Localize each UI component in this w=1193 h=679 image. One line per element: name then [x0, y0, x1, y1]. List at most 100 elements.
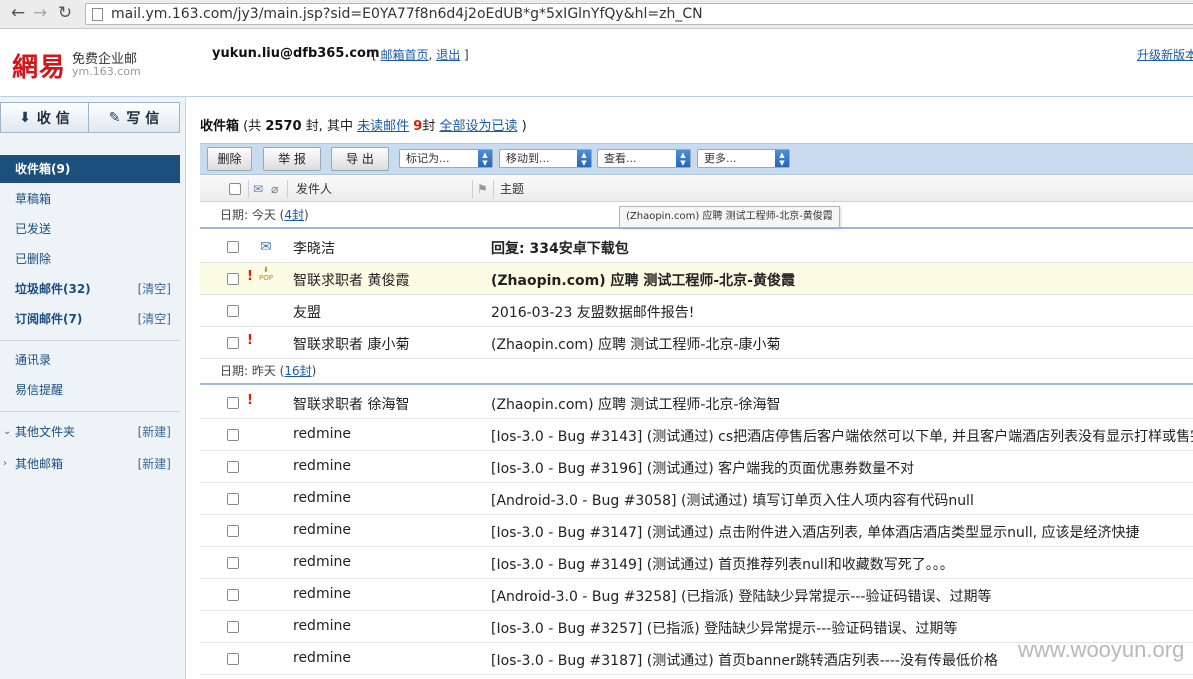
sender-column-header[interactable]: 发件人: [296, 176, 332, 202]
table-row[interactable]: ! 智联求职者 徐海智 (Zhaopin.com) 应聘 测试工程师-北京-徐海…: [200, 387, 1193, 419]
clear-subscriptions-link[interactable]: [清空]: [138, 305, 171, 333]
row-checkbox[interactable]: [227, 273, 239, 285]
table-row[interactable]: ! 智联求职者 康小菊 (Zhaopin.com) 应聘 测试工程师-北京-康小…: [200, 327, 1193, 359]
back-icon[interactable]: ←: [8, 3, 28, 23]
sidebar-item-inbox[interactable]: 收件箱(9): [0, 155, 180, 183]
row-checkbox[interactable]: [227, 241, 239, 253]
mail-sender: redmine: [293, 522, 351, 538]
address-bar[interactable]: mail.ym.163.com/jy3/main.jsp?sid=E0YA77f…: [85, 3, 1193, 25]
folder-label: 其他文件夹: [15, 425, 76, 439]
table-row[interactable]: 友盟 2016-03-23 友盟数据邮件报告!: [200, 295, 1193, 327]
important-flag-icon: !: [247, 333, 253, 348]
table-row[interactable]: redmine [Ios-3.0 - Bug #3149] (测试通过) 首页推…: [200, 547, 1193, 579]
mail-header: 網易 免费企业邮 ym.163.com yukun.liu@dfb365.com…: [0, 30, 1193, 97]
row-checkbox[interactable]: [227, 621, 239, 633]
unread-envelope-icon: ✉: [260, 239, 272, 255]
mail-sender: redmine: [293, 586, 351, 602]
date-group-count-link[interactable]: 16封: [284, 364, 311, 378]
select-all-checkbox[interactable]: [229, 183, 241, 195]
sidebar-item-contacts[interactable]: 通讯录: [0, 346, 180, 374]
pop-label: POP: [259, 274, 273, 282]
sidebar-item-sent[interactable]: 已发送: [0, 215, 180, 243]
sidebar-item-yixin-reminder[interactable]: 易信提醒: [0, 376, 180, 404]
folder-label: 订阅邮件(7): [15, 312, 83, 326]
date-group-count-link[interactable]: 4封: [284, 208, 304, 222]
view-dropdown[interactable]: 查看... ▲ ▼: [597, 149, 691, 168]
table-row[interactable]: redmine [Android-3.0 - Bug #3258] (已指派) …: [200, 579, 1193, 611]
watermark: www.wooyun.org: [1018, 637, 1185, 662]
sidebar-item-other-mailboxes[interactable]: › 其他邮箱 [新建]: [0, 450, 180, 478]
summary-end: ): [517, 119, 527, 134]
table-row[interactable]: redmine [Ios-3.0 - Bug #3147] (测试通过) 点击附…: [200, 515, 1193, 547]
sidebar-item-spam[interactable]: 垃圾邮件(32) [清空]: [0, 275, 180, 303]
dropdown-arrows-icon: ▲ ▼: [577, 150, 591, 167]
view-value: 查看...: [604, 152, 637, 165]
sidebar-item-subscriptions[interactable]: 订阅邮件(7) [清空]: [0, 305, 180, 333]
mark-as-dropdown[interactable]: 标记为... ▲ ▼: [399, 149, 493, 168]
row-checkbox[interactable]: [227, 429, 239, 441]
more-dropdown[interactable]: 更多... ▲ ▼: [697, 149, 790, 168]
sidebar-item-deleted[interactable]: 已删除: [0, 245, 180, 273]
status-column-icon[interactable]: ✉: [253, 176, 263, 202]
folder-label: 已发送: [15, 222, 52, 236]
table-row[interactable]: redmine [Android-3.0 - Bug #3058] (测试通过)…: [200, 483, 1193, 515]
date-group-suffix: ): [311, 364, 317, 378]
mailbox-home-link[interactable]: 邮箱首页: [381, 48, 429, 62]
row-checkbox[interactable]: [227, 397, 239, 409]
logout-link[interactable]: 退出: [436, 48, 460, 62]
subject-column-header[interactable]: 主题: [500, 176, 524, 202]
forward-icon[interactable]: →: [30, 3, 50, 23]
table-row[interactable]: ! ⬇ POP 智联求职者 黄俊霞 (Zhaopin.com) 应聘 测试工程师-…: [200, 263, 1193, 295]
total-count: 2570: [265, 119, 302, 134]
report-button[interactable]: 举 报: [263, 147, 321, 171]
sidebar-item-other-folders[interactable]: ⌄ 其他文件夹 [新建]: [0, 418, 180, 446]
dropdown-arrows-icon: ▲ ▼: [775, 150, 789, 167]
unread-mail-link[interactable]: 未读邮件: [357, 119, 409, 134]
table-row[interactable]: redmine [Ios-3.0 - Bug #3143] (测试通过) cs把…: [200, 419, 1193, 451]
date-group-prefix: 日期: 昨天 (: [220, 364, 285, 378]
row-checkbox[interactable]: [227, 525, 239, 537]
new-mailbox-link[interactable]: [新建]: [138, 450, 171, 478]
unread-count: 9: [413, 119, 423, 134]
row-checkbox[interactable]: [227, 589, 239, 601]
delete-button[interactable]: 删除: [207, 147, 252, 171]
export-button[interactable]: 导 出: [331, 147, 389, 171]
mail-sender: redmine: [293, 650, 351, 666]
receive-label: 收 信: [36, 110, 70, 127]
inbox-summary: 收件箱 (共 2570 封, 其中 未读邮件 9封 全部设为已读 ): [200, 115, 527, 134]
dropdown-arrows-icon: ▲ ▼: [676, 150, 690, 167]
row-checkbox[interactable]: [227, 493, 239, 505]
unread-suffix: 封: [422, 119, 436, 134]
table-row[interactable]: ✉ 李晓洁 回复: 334安卓下载包: [200, 231, 1193, 263]
table-row[interactable]: redmine [Ios-3.0 - Bug #3196] (测试通过) 客户端…: [200, 451, 1193, 483]
new-folder-link[interactable]: [新建]: [138, 418, 171, 446]
sidebar-divider: [0, 411, 180, 412]
folder-label: 已删除: [15, 252, 52, 266]
sidebar-item-drafts[interactable]: 草稿箱: [0, 185, 180, 213]
row-checkbox[interactable]: [227, 653, 239, 665]
row-checkbox[interactable]: [227, 461, 239, 473]
compose-mail-button[interactable]: ✎ 写 信: [89, 102, 180, 133]
mail-subject: 回复: 334安卓下载包: [491, 241, 629, 257]
mark-all-read-link[interactable]: 全部设为已读: [439, 119, 517, 134]
clear-spam-link[interactable]: [清空]: [138, 275, 171, 303]
mail-subject: (Zhaopin.com) 应聘 测试工程师-北京-康小菊: [491, 337, 781, 353]
move-to-dropdown[interactable]: 移动到... ▲ ▼: [499, 149, 592, 168]
row-checkbox[interactable]: [227, 557, 239, 569]
row-checkbox[interactable]: [227, 305, 239, 317]
receive-mail-button[interactable]: ⬇ 收 信: [0, 102, 89, 133]
flag-column-icon[interactable]: ⚑: [477, 176, 488, 202]
mail-subject: (Zhaopin.com) 应聘 测试工程师-北京-黄俊霞: [491, 273, 795, 289]
upgrade-link[interactable]: 升级新版本: [1137, 46, 1193, 63]
mail-subject: (Zhaopin.com) 应聘 测试工程师-北京-徐海智: [491, 397, 781, 413]
page-title: 收件箱: [200, 119, 240, 134]
download-icon: ⬇: [19, 109, 31, 126]
link-comma: ,: [428, 48, 433, 62]
attachment-column-icon[interactable]: ⌀: [271, 176, 278, 202]
sidebar-actions: ⬇ 收 信 ✎ 写 信: [0, 102, 180, 133]
user-links: [ 邮箱首页, 退出 ]: [372, 46, 469, 63]
browser-toolbar: ← → ↻ mail.ym.163.com/jy3/main.jsp?sid=E…: [0, 0, 1193, 29]
chevron-down-icon: ⌄: [3, 426, 12, 437]
reload-icon[interactable]: ↻: [55, 3, 75, 23]
row-checkbox[interactable]: [227, 337, 239, 349]
